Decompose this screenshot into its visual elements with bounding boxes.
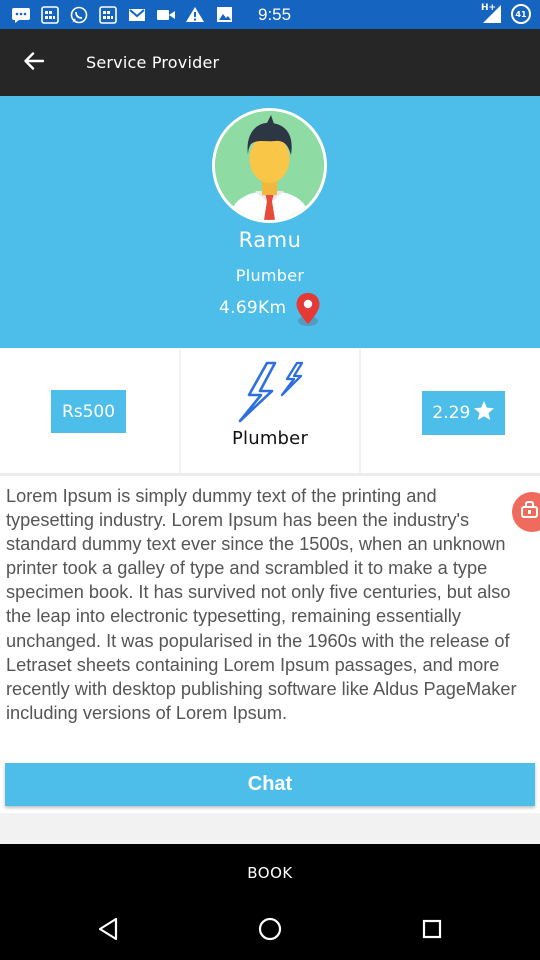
nav-recents-button[interactable]	[416, 915, 448, 947]
nav-home-button[interactable]	[254, 915, 286, 947]
status-bar: 9:55 H+ 41	[0, 0, 540, 29]
rating-value: 2.29	[432, 403, 471, 423]
provider-name: Ramu	[238, 228, 302, 252]
avatar	[212, 108, 327, 223]
battery-icon: 41	[511, 4, 531, 24]
video-icon	[156, 6, 176, 23]
divider	[0, 473, 540, 476]
back-button[interactable]	[0, 29, 68, 96]
nav-recents-icon	[422, 919, 442, 943]
lightning-icon	[237, 361, 303, 427]
rating-cell: 2.29	[361, 349, 540, 473]
price-cell: Rs500	[0, 349, 179, 473]
nav-back-icon	[97, 917, 119, 945]
info-row: Rs500 Plumber 2.29	[0, 349, 540, 473]
clock: 9:55	[258, 4, 292, 24]
navigation-bar	[0, 901, 540, 960]
gmail-icon	[127, 6, 147, 23]
star-icon	[473, 400, 495, 426]
provider-profession: Plumber	[235, 266, 305, 285]
battery-level: 41	[515, 9, 527, 19]
profile-header: Ramu Plumber 4.69Km	[0, 96, 540, 348]
signal-icon: H+	[481, 3, 503, 24]
toolbar: Service Provider	[0, 29, 540, 96]
sms-icon	[98, 5, 118, 24]
chat-icon	[11, 6, 31, 23]
avatar-icon	[215, 111, 324, 220]
price-badge: Rs500	[51, 390, 126, 433]
link-icon	[520, 501, 540, 523]
warning-icon	[185, 6, 205, 23]
chat-button[interactable]: Chat	[5, 763, 535, 806]
location-pin-icon	[295, 292, 321, 332]
page-title: Service Provider	[86, 53, 220, 72]
provider-distance: 4.69Km	[219, 298, 287, 318]
nav-home-icon	[258, 917, 282, 945]
rating-badge: 2.29	[422, 391, 506, 435]
arrow-back-icon	[24, 51, 45, 74]
service-cell: Plumber	[180, 349, 360, 473]
nav-back-button[interactable]	[92, 915, 124, 947]
sms-icon	[40, 5, 60, 24]
image-icon	[214, 6, 234, 23]
whatsapp-icon	[69, 6, 89, 23]
spacer	[0, 813, 540, 844]
description-text: Lorem Ipsum is simply dummy text of the …	[6, 486, 517, 723]
network-type-label: H+	[481, 3, 497, 13]
book-button[interactable]: BOOK	[0, 844, 540, 901]
service-label: Plumber	[231, 428, 309, 449]
